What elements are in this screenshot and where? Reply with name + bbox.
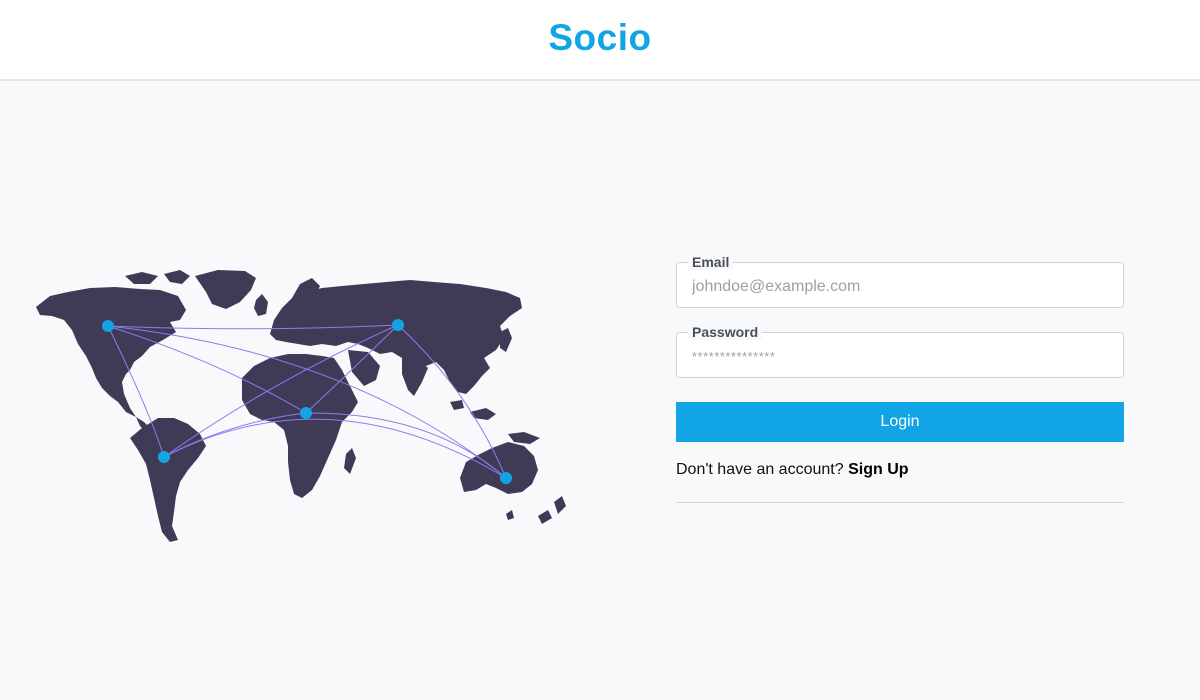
brand-logo[interactable]: Socio bbox=[548, 17, 651, 59]
signup-prompt: Don't have an account? bbox=[676, 461, 844, 478]
password-field: Password bbox=[676, 324, 1124, 378]
world-map-illustration bbox=[30, 262, 570, 547]
node-north-america bbox=[102, 320, 114, 332]
node-south-america bbox=[158, 451, 170, 463]
continents bbox=[36, 270, 566, 542]
password-input[interactable] bbox=[677, 333, 1123, 377]
login-form: Email Password Login Don't have an accou… bbox=[676, 254, 1124, 503]
email-input[interactable] bbox=[677, 263, 1123, 307]
login-button[interactable]: Login bbox=[676, 402, 1124, 442]
node-africa bbox=[300, 407, 312, 419]
top-bar: Socio bbox=[0, 0, 1200, 81]
signup-link[interactable]: Sign Up bbox=[848, 461, 908, 478]
email-field: Email bbox=[676, 254, 1124, 308]
signup-row: Don't have an account? Sign Up bbox=[676, 461, 1124, 479]
node-asia bbox=[392, 319, 404, 331]
node-australia bbox=[500, 472, 512, 484]
world-map-icon bbox=[36, 270, 566, 542]
divider bbox=[676, 502, 1124, 503]
